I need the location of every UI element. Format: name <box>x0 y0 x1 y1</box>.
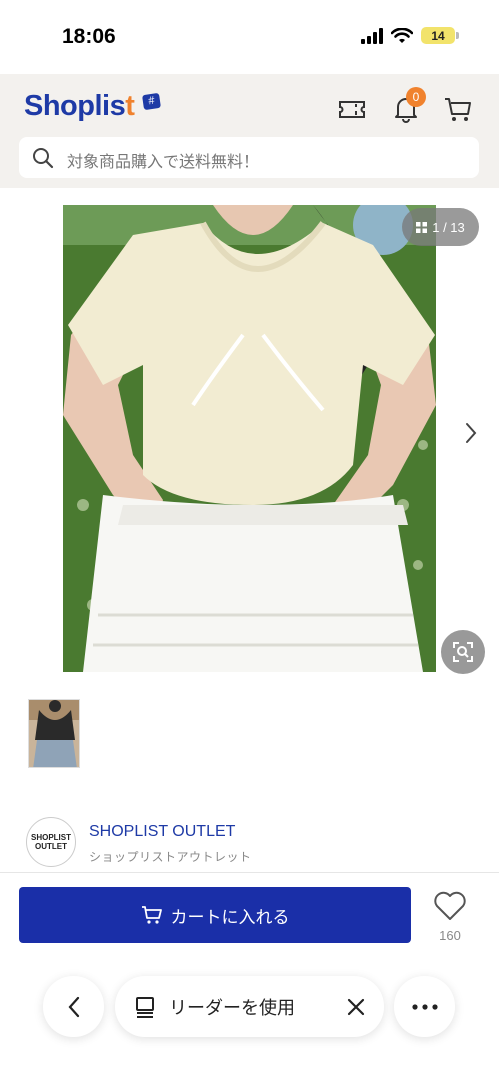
chevron-left-icon <box>68 996 79 1017</box>
close-icon[interactable] <box>346 997 366 1017</box>
wifi-icon <box>391 27 413 43</box>
visual-search-button[interactable] <box>441 630 485 674</box>
logo-accent-text: t <box>125 90 135 122</box>
divider <box>0 872 499 873</box>
coupon-ticket-icon[interactable] <box>337 94 367 124</box>
product-thumbnail[interactable] <box>28 699 80 768</box>
status-icons: 14 <box>361 27 459 44</box>
search-icon <box>33 148 54 169</box>
shop-avatar[interactable]: SHOPLIST OUTLET <box>26 817 76 867</box>
reader-mode-label: リーダーを使用 <box>169 997 295 1018</box>
favorite-button[interactable]: 160 <box>430 891 470 943</box>
status-time: 18:06 <box>62 25 116 48</box>
add-to-cart-label: カートに入れる <box>170 907 290 927</box>
grid-icon <box>416 221 428 233</box>
search-placeholder: 対象商品購入で送料無料！ <box>67 154 260 171</box>
favorite-count: 160 <box>439 928 461 943</box>
product-main-image[interactable] <box>63 205 436 672</box>
cart-icon <box>141 906 162 924</box>
shop-name-link[interactable]: SHOPLIST OUTLET <box>89 823 235 841</box>
cart-icon[interactable] <box>443 94 473 124</box>
shop-avatar-line2: OUTLET <box>34 842 67 851</box>
reader-icon <box>136 996 154 1018</box>
status-bar: 18:06 14 <box>0 0 499 74</box>
signal-icon <box>361 27 383 44</box>
notification-badge: 0 <box>406 87 426 107</box>
image-counter-text: 1 / 13 <box>432 219 465 235</box>
zoom-search-icon <box>453 642 473 662</box>
search-input[interactable]: 対象商品購入で送料無料！ <box>19 137 479 178</box>
more-options-button[interactable] <box>394 976 455 1037</box>
browser-toolbar: リーダーを使用 <box>0 958 499 1080</box>
shoplist-logo[interactable]: Shoplist <box>24 90 135 123</box>
battery-icon: 14 <box>421 27 459 44</box>
thumbnail-photo <box>29 700 79 767</box>
reader-mode-bar[interactable]: リーダーを使用 <box>115 976 384 1037</box>
product-photo <box>63 205 436 672</box>
browser-back-button[interactable] <box>43 976 104 1037</box>
logo-main-text: Shoplis <box>24 90 126 122</box>
site-header: Shoplist # 0 対象商品購入で送料無料！ <box>0 74 499 188</box>
shop-subtitle: ショップリストアウトレット <box>89 850 252 864</box>
image-counter: 1 / 13 <box>402 208 479 246</box>
shop-avatar-line1: SHOPLIST <box>30 833 71 842</box>
heart-icon <box>434 891 466 920</box>
logo-badge: # <box>142 92 161 111</box>
chevron-right-icon[interactable] <box>463 420 479 446</box>
more-dots-icon <box>411 1003 438 1010</box>
add-to-cart-button[interactable]: カートに入れる <box>19 887 411 943</box>
